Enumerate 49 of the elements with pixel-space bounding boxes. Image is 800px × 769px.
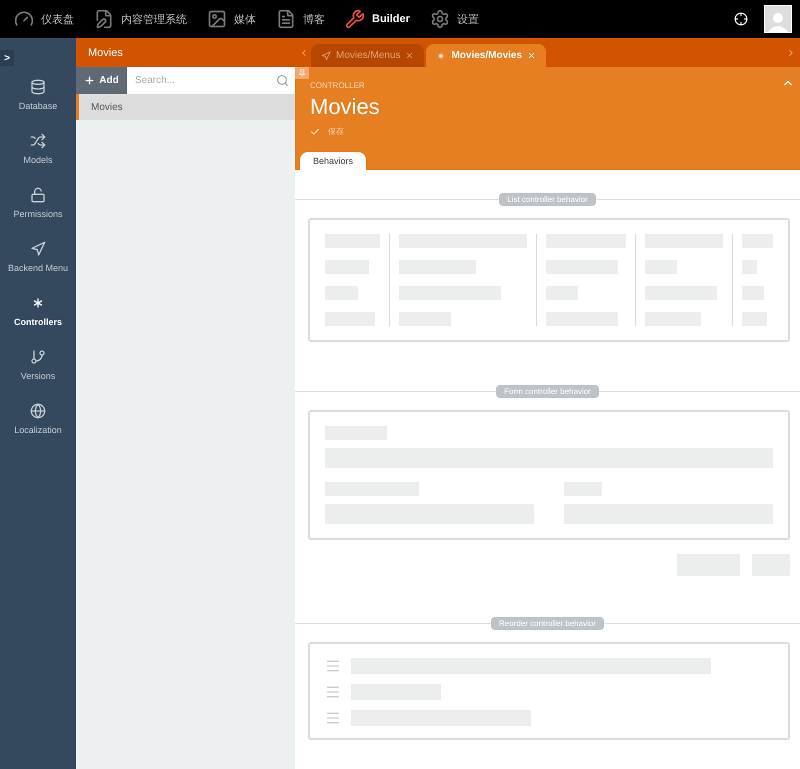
page-title: Movies [310,94,381,120]
record-type: CONTROLLER [310,81,365,90]
pin-icon [298,69,306,77]
search-field[interactable]: Search... [127,67,295,94]
drag-handle-icon [325,658,341,674]
list-item[interactable]: Movies [76,94,295,120]
globe-icon [30,403,46,419]
asterisk-icon [436,50,446,60]
section-label: List controller behavior [499,192,596,206]
check-icon [310,126,320,136]
drag-handle-icon [325,710,341,726]
branch-icon [30,349,46,365]
database-icon [30,79,46,95]
document-edit-icon [94,9,114,29]
top-menu-item[interactable]: 仪表盘 [14,9,74,29]
tab[interactable]: Behaviors [300,152,366,170]
gear-icon [430,9,450,29]
sidebar-item[interactable]: Models [0,122,76,176]
search-icon [276,74,289,87]
close-icon[interactable] [405,51,414,60]
top-menu-item[interactable]: Builder [345,9,410,29]
sidebar-item[interactable]: Controllers [0,284,76,338]
sidebar-item[interactable]: Localization [0,392,76,446]
navigation-icon [321,50,331,60]
drag-handle-icon [325,684,341,700]
top-menu-item[interactable]: 设置 [430,9,479,29]
tools-icon [345,9,365,29]
shuffle-icon [30,133,46,149]
top-menu-item[interactable]: 内容管理系统 [94,9,187,29]
section-label: Reorder controller behavior [491,616,604,630]
top-menu-item[interactable]: 博客 [276,9,325,29]
sidebar-item[interactable]: Backend Menu [0,230,76,284]
image-icon [207,9,227,29]
avatar[interactable] [764,5,792,33]
panel-title: Movies [76,38,295,67]
crosshair-icon[interactable] [734,12,748,26]
add-button[interactable]: Add [76,67,127,94]
sidebar-item[interactable]: Database [0,68,76,122]
navigation-icon [30,241,46,257]
sidebar-item[interactable]: Versions [0,338,76,392]
pin-button[interactable] [295,67,309,79]
unlock-icon [30,187,46,203]
section-label: Form controller behavior [496,384,599,398]
plus-icon [84,75,96,86]
close-icon[interactable] [527,51,536,60]
document-icon [276,9,296,29]
top-menu-item[interactable]: 媒体 [207,9,256,29]
sidebar-item[interactable]: Permissions [0,176,76,230]
sidebar-toggle[interactable]: > [0,50,14,66]
